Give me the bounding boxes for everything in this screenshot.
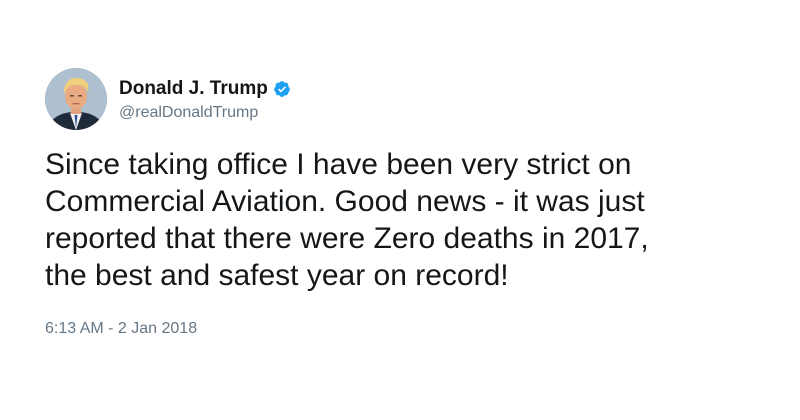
avatar[interactable] — [45, 68, 107, 130]
verified-badge-icon — [273, 80, 291, 98]
user-names: Donald J. Trump @realDonaldTrump — [119, 76, 291, 122]
display-name[interactable]: Donald J. Trump — [119, 78, 268, 100]
user-handle[interactable]: @realDonaldTrump — [119, 104, 291, 122]
tweet-text: Since taking office I have been very str… — [45, 148, 649, 292]
tweet-card: Donald J. Trump @realDonaldTrump Since t… — [0, 0, 800, 420]
tweet-header: Donald J. Trump @realDonaldTrump — [45, 68, 291, 130]
tweet-timestamp[interactable]: 6:13 AM - 2 Jan 2018 — [45, 320, 197, 338]
name-row: Donald J. Trump — [119, 76, 291, 102]
avatar-image — [45, 68, 107, 130]
